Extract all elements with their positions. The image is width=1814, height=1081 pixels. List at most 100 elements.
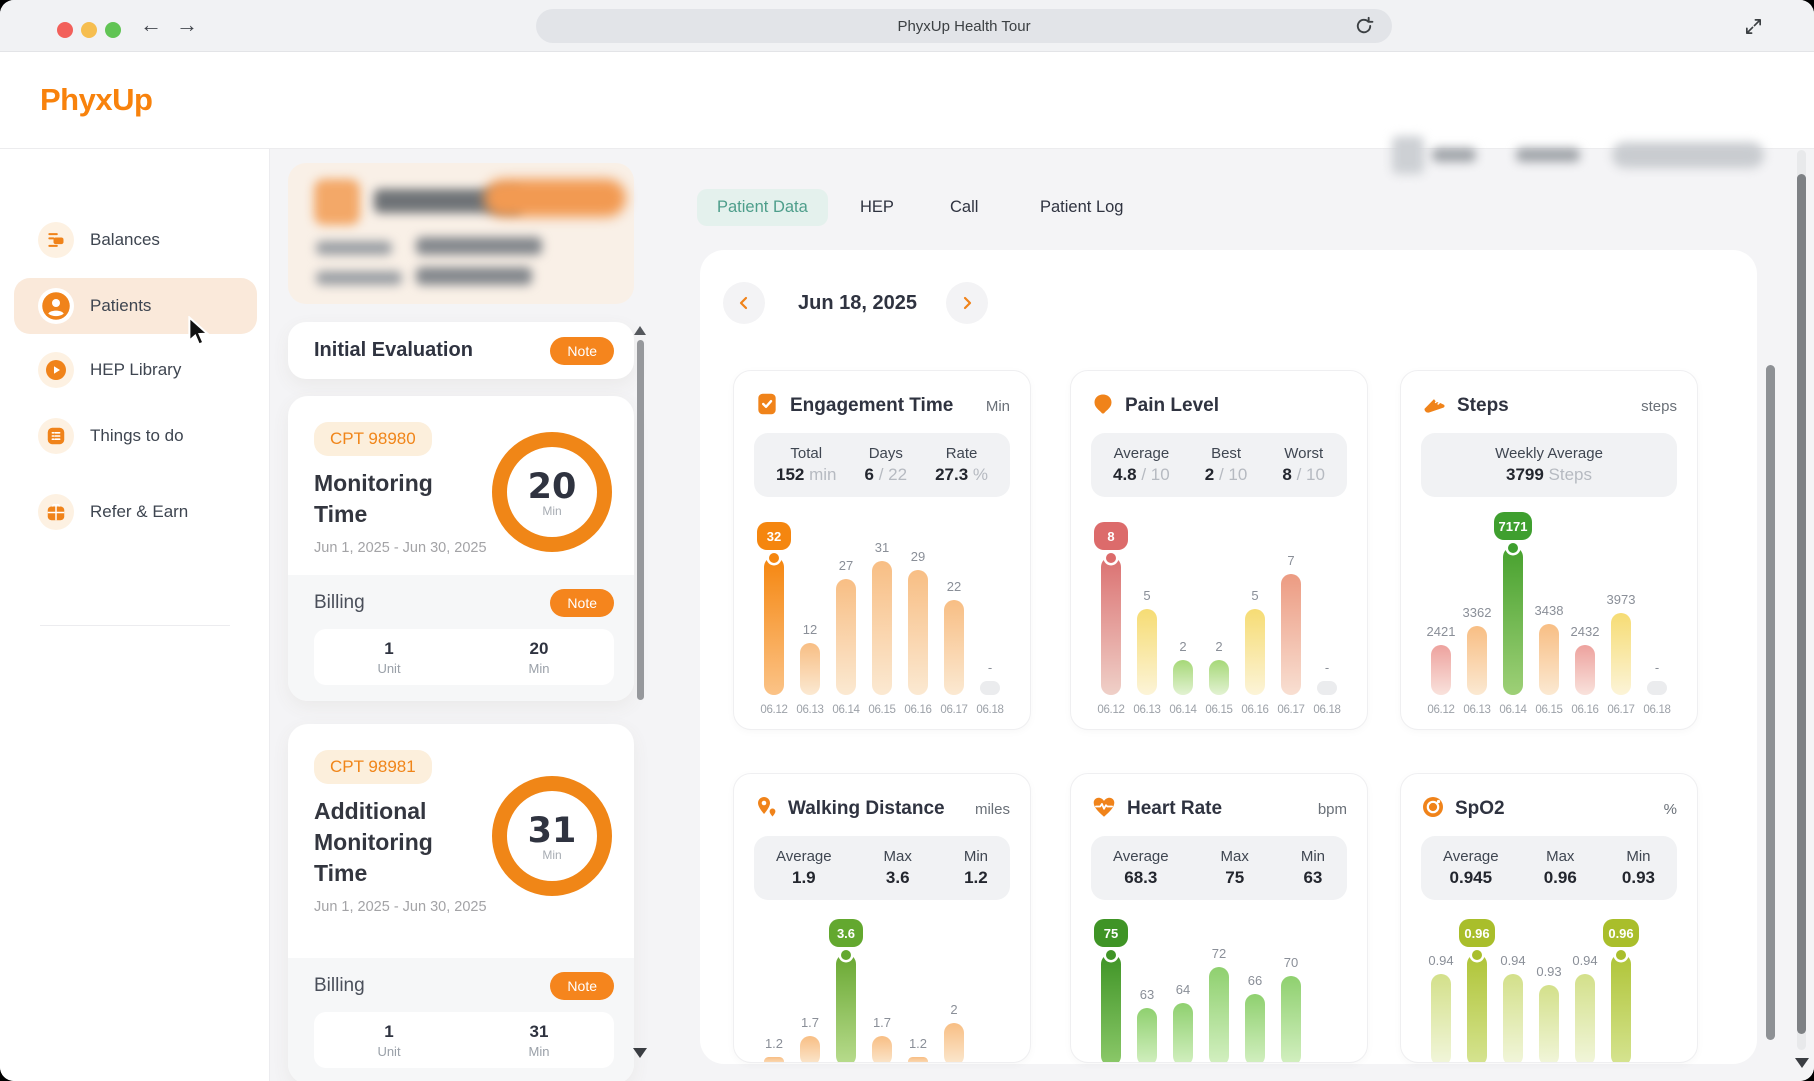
bar-value-label: 63	[1140, 987, 1154, 1002]
sidebar-item-patients[interactable]: Patients	[14, 278, 257, 334]
tab-patient-log[interactable]: Patient Log	[1040, 198, 1123, 217]
bar-value-label: -	[988, 660, 992, 675]
cpt-code-badge: CPT 98981	[314, 750, 432, 784]
bar-value-label: 72	[1212, 946, 1226, 961]
note-button[interactable]: Note	[550, 589, 614, 617]
bar-column: 0.96	[1603, 919, 1639, 1063]
bar-date-label: 06.14	[1169, 704, 1196, 719]
stat-max: Max0.96	[1544, 848, 1577, 888]
bar-column: 336206.13	[1459, 605, 1495, 719]
date-prev-button[interactable]	[723, 282, 765, 324]
minutes-ring-unit: Min	[542, 848, 561, 862]
billing-units-value: 1	[384, 1022, 393, 1042]
metric-card-unit: steps	[1641, 398, 1677, 415]
stat-value: 152 min	[776, 465, 837, 485]
window-close-button[interactable]	[57, 22, 73, 38]
bar	[1245, 609, 1265, 695]
bar-column: 72	[1201, 946, 1237, 1063]
sidebar-item-refer-earn[interactable]: Refer & Earn	[14, 484, 257, 540]
bar	[1209, 660, 1229, 695]
stat-value: 2 / 10	[1205, 465, 1248, 485]
fullscreen-icon[interactable]	[1744, 17, 1763, 41]
bar	[1431, 645, 1451, 695]
browser-forward-button[interactable]: →	[176, 12, 198, 38]
metric-card-engagement: Engagement TimeMinTotal152 minDays6 / 22…	[733, 370, 1031, 730]
browser-back-button[interactable]: ←	[140, 12, 162, 38]
scroll-up-arrow[interactable]	[634, 326, 646, 335]
patient-avatar	[314, 179, 360, 225]
stat-value: 6 / 22	[865, 465, 908, 485]
metric-stats-box: Total152 minDays6 / 22Rate27.3 %	[754, 433, 1010, 497]
sidebar-item-hep-library[interactable]: HEP Library	[14, 342, 257, 398]
phyxup-logo[interactable]: PhyxUp	[40, 82, 152, 118]
bar-column: 1.2	[756, 1036, 792, 1063]
window-zoom-button[interactable]	[105, 22, 121, 38]
stat-label: Average	[1443, 848, 1499, 865]
date-next-button[interactable]	[946, 282, 988, 324]
bar-chart-walking: 1.21.73.61.71.22	[754, 914, 1010, 1063]
metric-card-title: SpO2	[1455, 798, 1654, 820]
bar-value-label: -	[1655, 660, 1659, 675]
bar-highlight-dot	[841, 950, 851, 960]
sidebar-item-label: HEP Library	[90, 360, 181, 380]
bar	[908, 1057, 928, 1063]
stat-total: Total152 min	[776, 445, 837, 485]
bar-column: 64	[1165, 982, 1201, 1063]
page-scroll-down-arrow[interactable]	[1795, 1058, 1809, 1068]
bar	[1245, 994, 1265, 1063]
minutes-ring-value: 31	[528, 811, 577, 851]
patient-column-scrollbar[interactable]	[637, 340, 644, 700]
sidebar-item-balances[interactable]: Balances	[14, 212, 257, 268]
bar-value-label: 1.7	[873, 1015, 891, 1030]
bar-date-label: 06.13	[796, 704, 823, 719]
sidebar-item-things-to-do[interactable]: Things to do	[14, 408, 257, 464]
billing-section: Billing Note 1 Unit 20 Min	[288, 575, 634, 701]
metric-card-heart: Heart RatebpmAverage68.3Max75Min63756364…	[1070, 773, 1368, 1063]
bar-date-label: 06.18	[1643, 704, 1670, 719]
bar	[872, 1036, 892, 1063]
stat-label: Max	[1546, 848, 1574, 865]
bar	[980, 681, 1000, 695]
stat-label: Max	[884, 848, 912, 865]
metric-stats-box: Average0.945Max0.96Min0.93	[1421, 836, 1677, 900]
address-bar-text: PhyxUp Health Tour	[897, 18, 1030, 35]
things-to-do-icon	[38, 418, 74, 454]
metric-stats-box: Average1.9Max3.6Min1.2	[754, 836, 1010, 900]
note-button[interactable]: Note	[550, 337, 614, 365]
address-bar[interactable]: PhyxUp Health Tour	[536, 9, 1392, 43]
metric-card-header: Walking Distancemiles	[754, 794, 1010, 824]
window-minimize-button[interactable]	[81, 22, 97, 38]
bar-column: - 06.18	[1639, 660, 1675, 719]
stat-value: 8 / 10	[1282, 465, 1325, 485]
tab-call[interactable]: Call	[950, 198, 978, 217]
bar-value-label: 2	[950, 1002, 957, 1017]
stat-value: 63	[1303, 868, 1322, 888]
bar-column: 206.15	[1201, 639, 1237, 719]
tab-patient-data[interactable]: Patient Data	[697, 189, 828, 226]
tab-hep[interactable]: HEP	[860, 198, 894, 217]
panel-scrollbar[interactable]	[1766, 365, 1775, 1040]
stat-days: Days6 / 22	[865, 445, 908, 485]
stat-value: 0.93	[1622, 868, 1655, 888]
header-blurred-icon	[1392, 136, 1424, 174]
bar-value-badge: 8	[1094, 522, 1128, 550]
patient-action-button-blurred[interactable]	[484, 179, 626, 217]
bar-column: 70	[1273, 955, 1309, 1063]
note-button[interactable]: Note	[550, 972, 614, 1000]
billing-min-value: 20	[530, 639, 549, 659]
bar-value-badge: 3.6	[829, 919, 863, 947]
bar-value-label: 70	[1284, 955, 1298, 970]
page-scrollbar[interactable]	[1797, 174, 1806, 1034]
bar-value-label: 31	[875, 540, 889, 555]
bar-column: 717106.14	[1495, 512, 1531, 719]
bar	[836, 954, 856, 1063]
stat-label: Average	[1114, 445, 1170, 462]
metric-card-title: Engagement Time	[790, 395, 976, 417]
header-blurred-link-2	[1516, 148, 1580, 162]
stat-label: Worst	[1284, 445, 1323, 462]
refresh-icon[interactable]	[1354, 16, 1374, 41]
metric-card-header: Heart Ratebpm	[1091, 794, 1347, 824]
bar	[1173, 660, 1193, 695]
scroll-down-arrow[interactable]	[633, 1048, 647, 1058]
metric-card-header: Pain Level	[1091, 391, 1347, 421]
